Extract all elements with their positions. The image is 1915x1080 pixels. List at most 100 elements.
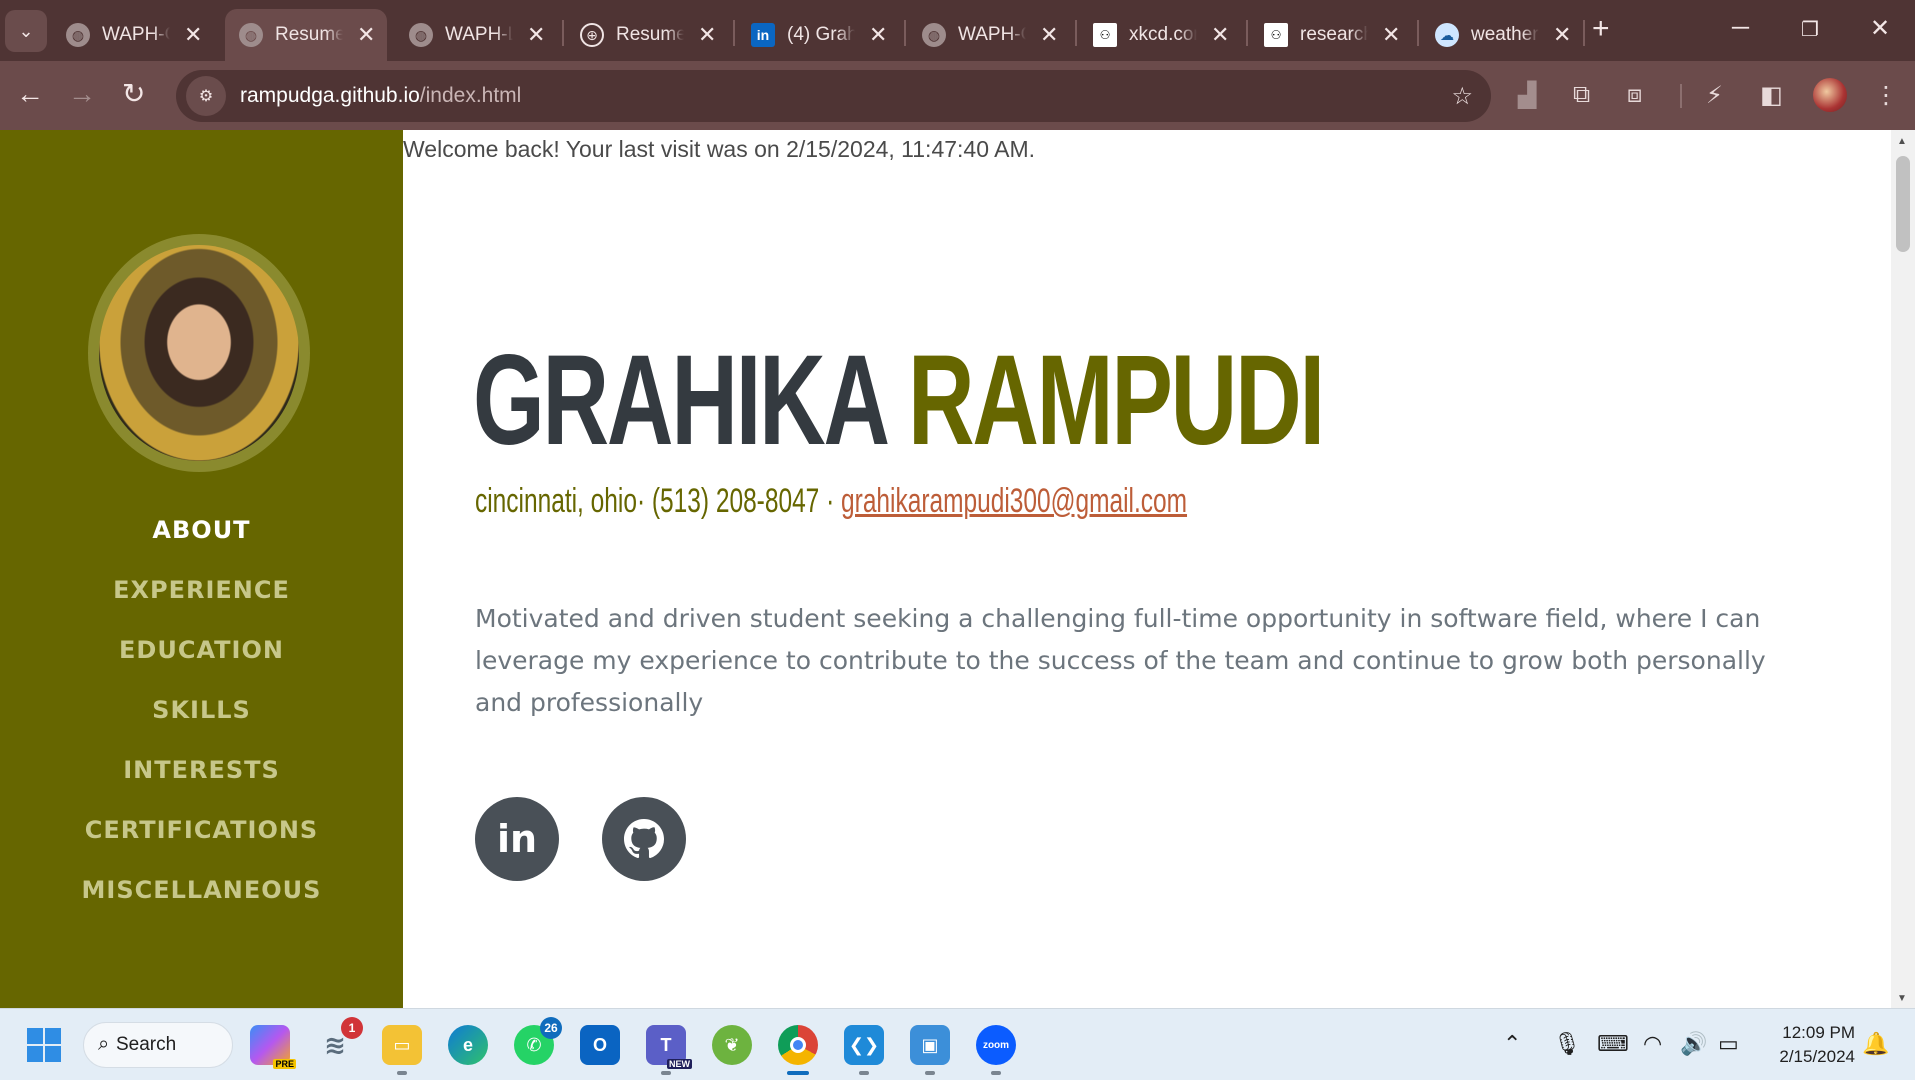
email-link[interactable]: grahikarampudi300@gmail.com (841, 482, 1187, 520)
teams-new-tag: NEW (667, 1059, 692, 1069)
keyboard-icon[interactable]: ⌨ (1597, 1031, 1629, 1057)
back-button[interactable]: ← (16, 79, 44, 109)
weather-icon: ☁ (1435, 23, 1459, 47)
nav-miscellaneous[interactable]: MISCELLANEOUS (0, 860, 403, 920)
system-clock[interactable]: 12:09 PM 2/15/2024 (1755, 1021, 1855, 1069)
url-path: /index.html (419, 84, 522, 107)
tab-resume-active[interactable]: ◍ Resume ✕ (225, 9, 387, 61)
tab-resume-2[interactable]: ⊕ Resume ✕ (566, 9, 728, 61)
performance-icon[interactable]: ▟ (1518, 81, 1536, 110)
spring-tools-icon[interactable]: ❦ (712, 1025, 752, 1065)
tab-linkedin[interactable]: in (4) Grahika ✕ (737, 9, 899, 61)
extensions-puzzle-icon[interactable]: ⧈ (1627, 81, 1642, 109)
new-tab-button[interactable]: + (1592, 14, 1610, 44)
scrollbar-thumb[interactable] (1896, 156, 1910, 252)
search-label: Search (116, 1034, 177, 1055)
bookmark-star-icon[interactable]: ☆ (1451, 82, 1473, 111)
side-panel-icon[interactable]: ◧ (1760, 81, 1783, 110)
windows-start-icon[interactable] (24, 1025, 64, 1065)
tab-weather[interactable]: ☁ weather ✕ (1421, 9, 1583, 61)
remote-desktop-icon[interactable]: ▣ (910, 1025, 950, 1075)
file-explorer-icon[interactable]: ▭ (382, 1025, 422, 1075)
taskbar-search[interactable]: ⌕ Search (83, 1022, 233, 1068)
vertical-scrollbar[interactable]: ▲ ▼ (1891, 130, 1915, 1008)
chrome-icon[interactable] (778, 1025, 818, 1075)
copilot-icon[interactable]: PRE (250, 1025, 296, 1069)
battery-icon[interactable]: ▭ (1718, 1031, 1739, 1057)
tab-label: xkcd.com (1129, 24, 1197, 45)
contact-line: cincinnati, ohio· (513) 208-8047 · grahi… (475, 482, 1187, 521)
vscode-icon[interactable]: ❮❯ (844, 1025, 884, 1075)
linkedin-icon: in (496, 817, 538, 861)
sidebar: ABOUT EXPERIENCE EDUCATION SKILLS INTERE… (0, 130, 403, 1008)
whatsapp-badge: 26 (540, 1017, 562, 1039)
extension-icon[interactable]: ⧉ (1573, 81, 1590, 109)
close-tab-icon[interactable]: ✕ (1211, 22, 1229, 48)
xkcd-icon: ⚇ (1093, 23, 1117, 47)
scroll-down-icon[interactable]: ▼ (1897, 993, 1907, 1004)
weather-widget-icon[interactable]: ≋ 1 (315, 1017, 363, 1065)
site-info-icon[interactable]: ⚙ (186, 76, 226, 116)
tab-waph-lab[interactable]: ◍ WAPH-Lab ✕ (395, 9, 557, 61)
tab-label: research (1300, 24, 1368, 45)
welcome-message: Welcome back! Your last visit was on 2/1… (403, 136, 1036, 162)
teams-icon[interactable]: T NEW (646, 1025, 692, 1075)
scroll-up-icon[interactable]: ▲ (1897, 136, 1907, 147)
tab-waph-grahika-2[interactable]: ◍ WAPH-Grahika ✕ (908, 9, 1070, 61)
reload-button[interactable]: ↻ (122, 79, 145, 109)
close-tab-icon[interactable]: ✕ (698, 22, 716, 48)
tab-search-button[interactable]: ⌄ (5, 10, 47, 52)
minimize-icon[interactable]: ─ (1732, 14, 1749, 42)
zoom-icon[interactable]: zoom (976, 1025, 1016, 1075)
close-tab-icon[interactable]: ✕ (869, 22, 887, 48)
nav-about[interactable]: ABOUT (0, 500, 403, 560)
nav-education[interactable]: EDUCATION (0, 620, 403, 680)
microphone-icon[interactable]: 🎙 (1553, 1031, 1581, 1057)
volume-icon[interactable]: 🔊 (1680, 1031, 1707, 1057)
contact-text: cincinnati, ohio· (513) 208-8047 · (475, 482, 842, 520)
show-hidden-icons-icon[interactable]: ⌃ (1503, 1031, 1521, 1057)
close-tab-icon[interactable]: ✕ (1382, 22, 1400, 48)
profile-photo (88, 234, 310, 472)
profile-avatar[interactable] (1813, 78, 1847, 112)
first-name: GRAHIKA (473, 329, 887, 472)
tab-label: WAPH-Lab (445, 24, 513, 45)
tab-separator (1075, 20, 1077, 46)
address-bar[interactable]: ⚙ rampudga.github.io/index.html ☆ (176, 70, 1491, 122)
url-host: rampudga.github.io (240, 84, 420, 107)
close-tab-icon[interactable]: ✕ (527, 22, 545, 48)
running-indicator (991, 1071, 1001, 1075)
tab-strip: ⌄ ◍ WAPH-Grahika ✕ ◍ Resume ✕ ◍ WAPH-Lab… (0, 0, 1915, 61)
tab-separator (733, 20, 735, 46)
tab-xkcd[interactable]: ⚇ xkcd.com ✕ (1079, 9, 1241, 61)
nav-skills[interactable]: SKILLS (0, 680, 403, 740)
linkedin-button[interactable]: in (475, 797, 559, 881)
nav-interests[interactable]: INTERESTS (0, 740, 403, 800)
tab-waph-grahika-1[interactable]: ◍ WAPH-Grahika ✕ (52, 9, 220, 61)
tab-label: WAPH-Grahika (958, 24, 1026, 45)
tab-research[interactable]: ⚇ research ✕ (1250, 9, 1412, 61)
wifi-icon[interactable]: ◠ (1643, 1031, 1662, 1057)
close-tab-icon[interactable]: ✕ (357, 22, 375, 48)
close-window-icon[interactable]: ✕ (1870, 14, 1890, 43)
summary-paragraph: Motivated and driven student seeking a c… (475, 604, 1766, 717)
close-tab-icon[interactable]: ✕ (1553, 22, 1571, 48)
restore-icon[interactable]: ❐ (1801, 17, 1819, 42)
notification-bell-icon[interactable]: 🔔 (1862, 1031, 1889, 1057)
nav-experience[interactable]: EXPERIENCE (0, 560, 403, 620)
edge-icon[interactable]: e (448, 1025, 488, 1065)
menu-kebab-icon[interactable]: ⋮ (1874, 81, 1898, 110)
tab-separator (1417, 20, 1419, 46)
energy-saver-icon[interactable]: ⚡ (1706, 81, 1723, 110)
tab-label: Resume (616, 24, 684, 45)
nav-certifications[interactable]: CERTIFICATIONS (0, 800, 403, 860)
outlook-icon[interactable]: O (580, 1025, 620, 1065)
close-tab-icon[interactable]: ✕ (184, 22, 202, 48)
whatsapp-icon[interactable]: ✆ 26 (514, 1017, 562, 1065)
search-icon: ⌕ (98, 1033, 110, 1055)
close-tab-icon[interactable]: ✕ (1040, 22, 1058, 48)
github-button[interactable] (602, 797, 686, 881)
forward-button[interactable]: → (68, 79, 96, 109)
github-icon (624, 819, 664, 859)
url-text[interactable]: rampudga.github.io/index.html (240, 84, 521, 108)
